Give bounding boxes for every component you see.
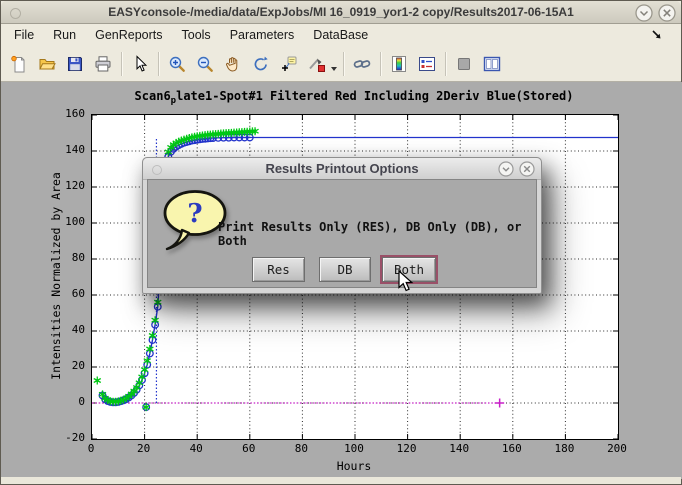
- x-tick-label: 0: [69, 442, 113, 455]
- save-figure-icon[interactable]: [62, 51, 88, 77]
- res-button[interactable]: Res: [252, 257, 305, 282]
- y-tick-label: 20: [41, 359, 85, 372]
- dialog-minimize-icon[interactable]: [498, 161, 514, 177]
- y-tick-label: 40: [41, 323, 85, 336]
- link-plot-icon[interactable]: [349, 51, 375, 77]
- dialog-message: Print Results Only (RES), DB Only (DB), …: [218, 220, 530, 248]
- x-tick-label: 140: [437, 442, 481, 455]
- y-tick-label: 100: [41, 215, 85, 228]
- insert-colorbar-icon[interactable]: [386, 51, 412, 77]
- menu-parameters[interactable]: Parameters: [227, 26, 298, 44]
- y-tick-label: 0: [41, 395, 85, 408]
- y-tick-label: 140: [41, 143, 85, 156]
- pan-hand-icon[interactable]: [220, 51, 246, 77]
- new-figure-icon[interactable]: [6, 51, 32, 77]
- dialog-title: Results Printout Options: [143, 161, 541, 176]
- hide-plot-tools-icon[interactable]: [451, 51, 477, 77]
- dialog-close-icon[interactable]: [519, 161, 535, 177]
- toolbar-separator: [445, 52, 446, 76]
- x-tick-label: 40: [174, 442, 218, 455]
- menu-overflow-arrow-icon[interactable]: [651, 29, 663, 44]
- dialog-titlebar[interactable]: Results Printout Options: [143, 158, 541, 180]
- y-tick-label: 120: [41, 179, 85, 192]
- menu-tools[interactable]: Tools: [179, 26, 214, 44]
- zoom-out-icon[interactable]: [192, 51, 218, 77]
- dialog-body: ? Print Results Only (RES), DB Only (DB)…: [147, 179, 537, 288]
- brush-dropdown-caret[interactable]: [331, 67, 337, 71]
- plot-title: Scan6plate1-Spot#1 Filtered Red Includin…: [91, 89, 617, 106]
- dialog-window-icon: [152, 165, 162, 175]
- toolbar-separator: [380, 52, 381, 76]
- results-printout-dialog[interactable]: Results Printout Options ? Print Results…: [142, 157, 542, 294]
- x-tick-label: 200: [595, 442, 639, 455]
- x-tick-label: 160: [490, 442, 534, 455]
- db-button[interactable]: DB: [319, 257, 371, 282]
- data-cursor-icon[interactable]: [276, 51, 302, 77]
- x-tick-label: 120: [385, 442, 429, 455]
- print-figure-icon[interactable]: [90, 51, 116, 77]
- window-bottom-border: [1, 477, 681, 484]
- menu-file[interactable]: File: [11, 26, 37, 44]
- toolbar-separator: [121, 52, 122, 76]
- window-titlebar[interactable]: EASYconsole-/media/data/ExpJobs/MI 16_09…: [1, 1, 681, 24]
- menu-database[interactable]: DataBase: [310, 26, 371, 44]
- brush-icon[interactable]: [304, 51, 330, 77]
- svg-text:?: ?: [187, 199, 202, 229]
- menubar: File Run GenReports Tools Parameters Dat…: [1, 24, 681, 46]
- close-icon[interactable]: [658, 4, 676, 22]
- menu-genreports[interactable]: GenReports: [92, 26, 165, 44]
- x-tick-label: 60: [227, 442, 271, 455]
- x-axis-label: Hours: [91, 459, 617, 473]
- rotate-3d-icon[interactable]: [248, 51, 274, 77]
- edit-plot-arrow-icon[interactable]: [127, 51, 153, 77]
- toolbar-separator: [158, 52, 159, 76]
- menu-run[interactable]: Run: [50, 26, 79, 44]
- window-icon: [10, 8, 21, 19]
- figure-toolbar: [1, 46, 681, 82]
- easyconsole-window: { "window": { "title": "EASYconsole-/med…: [0, 0, 682, 485]
- x-tick-label: 100: [332, 442, 376, 455]
- x-tick-label: 20: [122, 442, 166, 455]
- minimize-icon[interactable]: [635, 4, 653, 22]
- y-axis-label: Intensities Normalized by Area: [49, 172, 63, 380]
- open-file-icon[interactable]: [34, 51, 60, 77]
- x-tick-label: 80: [279, 442, 323, 455]
- toolbar-separator: [343, 52, 344, 76]
- y-tick-label: 80: [41, 251, 85, 264]
- y-tick-label: 60: [41, 287, 85, 300]
- mouse-cursor-icon: [395, 270, 415, 299]
- y-tick-label: 160: [41, 107, 85, 120]
- show-plot-tools-dock-icon[interactable]: [479, 51, 505, 77]
- plot-title-rest: late1-Spot#1 Filtered Red Including 2Der…: [176, 89, 573, 103]
- plot-title-prefix: Scan6: [135, 89, 171, 103]
- insert-legend-icon[interactable]: [414, 51, 440, 77]
- x-tick-label: 180: [542, 442, 586, 455]
- zoom-in-icon[interactable]: [164, 51, 190, 77]
- window-title: EASYconsole-/media/data/ExpJobs/MI 16_09…: [1, 5, 681, 19]
